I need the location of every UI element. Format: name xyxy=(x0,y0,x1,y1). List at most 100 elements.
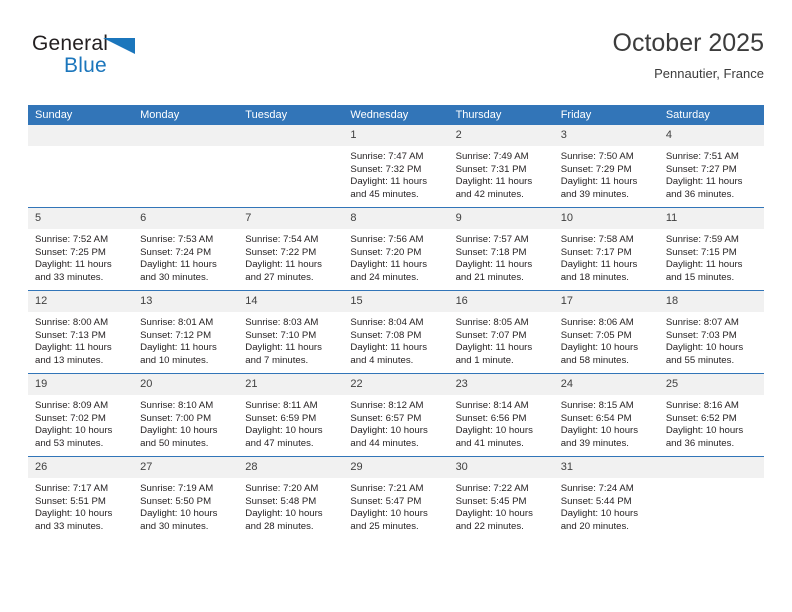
sunset-text: Sunset: 7:24 PM xyxy=(140,246,212,258)
day-details: Sunrise: 7:17 AM Sunset: 5:51 PM Daylight:… xyxy=(28,478,133,533)
calendar-day-cell[interactable]: 15 Sunrise: 8:04 AM Sunset: 7:08 PM Dayligh… xyxy=(343,290,449,374)
day-details: Sunrise: 8:03 AM Sunset: 7:10 PM Daylight:… xyxy=(238,312,343,367)
day-details: Sunrise: 7:50 AM Sunset: 7:29 PM Daylight:… xyxy=(554,146,659,201)
day-number: 8 xyxy=(343,208,449,229)
calendar-day-cell[interactable]: 14 Sunrise: 8:03 AM Sunset: 7:10 PM Dayligh… xyxy=(238,290,344,374)
day-details: Sunrise: 7:57 AM Sunset: 7:18 PM Daylight:… xyxy=(449,229,554,284)
daylight-text-line1: Daylight: 11 hours xyxy=(455,259,533,271)
calendar-day-cell-empty xyxy=(658,456,764,539)
daylight-text-line1: Daylight: 11 hours xyxy=(350,176,428,188)
daylight-text-line2: and 41 minutes. xyxy=(455,437,524,449)
sunset-text: Sunset: 7:02 PM xyxy=(35,412,106,424)
calendar-day-cell[interactable]: 2 Sunrise: 7:49 AM Sunset: 7:31 PM Daylight… xyxy=(448,125,554,208)
day-number: 21 xyxy=(238,374,344,395)
sunrise-text: Sunrise: 8:15 AM xyxy=(560,400,634,411)
calendar-day-cell[interactable]: 16 Sunrise: 8:05 AM Sunset: 7:07 PM Dayligh… xyxy=(448,290,554,374)
day-number: 15 xyxy=(343,291,449,312)
sunset-text: Sunset: 7:27 PM xyxy=(665,163,737,175)
page-subtitle: Pennautier, France xyxy=(654,66,764,81)
daylight-text-line1: Daylight: 10 hours xyxy=(350,508,428,520)
calendar-day-cell[interactable]: 12 Sunrise: 8:00 AM Sunset: 7:13 PM Dayligh… xyxy=(28,290,134,374)
daylight-text-line1: Daylight: 10 hours xyxy=(35,425,113,437)
daylight-text-line1: Daylight: 10 hours xyxy=(350,425,428,437)
sunrise-text: Sunrise: 7:53 AM xyxy=(140,234,214,245)
daylight-text-line2: and 1 minute. xyxy=(455,354,514,366)
day-number: 30 xyxy=(448,457,554,478)
calendar-day-cell[interactable]: 19 Sunrise: 8:09 AM Sunset: 7:02 PM Dayligh… xyxy=(28,373,134,457)
day-number: 20 xyxy=(133,374,239,395)
calendar-day-cell[interactable]: 23 Sunrise: 8:14 AM Sunset: 6:56 PM Dayligh… xyxy=(448,373,554,457)
logo-text-general: General xyxy=(32,32,109,55)
calendar-day-cell[interactable]: 10 Sunrise: 7:58 AM Sunset: 7:17 PM Dayligh… xyxy=(553,207,659,291)
calendar-day-cell[interactable]: 31 Sunrise: 7:24 AM Sunset: 5:44 PM Dayligh… xyxy=(553,456,659,539)
calendar-day-cell[interactable]: 8 Sunrise: 7:56 AM Sunset: 7:20 PM Daylight… xyxy=(343,207,449,291)
daylight-text-line2: and 45 minutes. xyxy=(350,188,419,200)
sunset-text: Sunset: 6:57 PM xyxy=(350,412,422,424)
calendar-day-cell[interactable]: 9 Sunrise: 7:57 AM Sunset: 7:18 PM Daylight… xyxy=(448,207,554,291)
day-details: Sunrise: 7:56 AM Sunset: 7:20 PM Daylight:… xyxy=(343,229,448,284)
calendar-day-cell[interactable]: 20 Sunrise: 8:10 AM Sunset: 7:00 PM Dayligh… xyxy=(133,373,239,457)
calendar-day-cell[interactable]: 17 Sunrise: 8:06 AM Sunset: 7:05 PM Dayligh… xyxy=(553,290,659,374)
calendar-day-cell[interactable]: 5 Sunrise: 7:52 AM Sunset: 7:25 PM Daylight… xyxy=(28,207,134,291)
calendar-day-cell-empty xyxy=(133,125,239,208)
sunset-text: Sunset: 5:50 PM xyxy=(140,495,212,507)
calendar-day-cell[interactable]: 24 Sunrise: 8:15 AM Sunset: 6:54 PM Dayligh… xyxy=(553,373,659,457)
day-number xyxy=(28,125,134,146)
calendar-day-cell[interactable]: 27 Sunrise: 7:19 AM Sunset: 5:50 PM Dayligh… xyxy=(133,456,239,539)
sunset-text: Sunset: 7:05 PM xyxy=(560,329,632,341)
daylight-text-line1: Daylight: 10 hours xyxy=(455,508,533,520)
calendar-day-cell[interactable]: 6 Sunrise: 7:53 AM Sunset: 7:24 PM Daylight… xyxy=(133,207,239,291)
day-number: 1 xyxy=(343,125,449,146)
calendar-day-cell[interactable]: 29 Sunrise: 7:21 AM Sunset: 5:47 PM Dayligh… xyxy=(343,456,449,539)
daylight-text-line2: and 33 minutes. xyxy=(35,271,104,283)
calendar-day-cell[interactable]: 28 Sunrise: 7:20 AM Sunset: 5:48 PM Dayligh… xyxy=(238,456,344,539)
daylight-text-line1: Daylight: 11 hours xyxy=(665,259,743,271)
day-details: Sunrise: 8:06 AM Sunset: 7:05 PM Daylight:… xyxy=(554,312,659,367)
calendar-day-cell[interactable]: 11 Sunrise: 7:59 AM Sunset: 7:15 PM Dayligh… xyxy=(658,207,764,291)
day-number: 2 xyxy=(448,125,554,146)
calendar-day-cell[interactable]: 4 Sunrise: 7:51 AM Sunset: 7:27 PM Daylight… xyxy=(658,125,764,208)
daylight-text-line1: Daylight: 11 hours xyxy=(560,259,638,271)
sunrise-text: Sunrise: 7:54 AM xyxy=(245,234,319,245)
calendar-day-cell[interactable]: 7 Sunrise: 7:54 AM Sunset: 7:22 PM Daylight… xyxy=(238,207,344,291)
sunrise-text: Sunrise: 8:03 AM xyxy=(245,317,319,328)
sunrise-text: Sunrise: 7:59 AM xyxy=(665,234,739,245)
calendar-day-cell[interactable]: 21 Sunrise: 8:11 AM Sunset: 6:59 PM Dayligh… xyxy=(238,373,344,457)
sunset-text: Sunset: 7:10 PM xyxy=(245,329,317,341)
calendar-day-cell[interactable]: 30 Sunrise: 7:22 AM Sunset: 5:45 PM Dayligh… xyxy=(448,456,554,539)
calendar-day-cell[interactable]: 26 Sunrise: 7:17 AM Sunset: 5:51 PM Dayligh… xyxy=(28,456,134,539)
sunset-text: Sunset: 7:22 PM xyxy=(245,246,317,258)
day-details: Sunrise: 8:07 AM Sunset: 7:03 PM Daylight:… xyxy=(659,312,764,367)
daylight-text-line1: Daylight: 10 hours xyxy=(560,342,639,354)
sunrise-text: Sunrise: 7:21 AM xyxy=(350,483,424,494)
calendar-day-cell[interactable]: 1 Sunrise: 7:47 AM Sunset: 7:32 PM Daylight… xyxy=(343,125,449,208)
calendar-day-cell-empty xyxy=(238,125,344,208)
day-number: 24 xyxy=(553,374,659,395)
daylight-text-line1: Daylight: 10 hours xyxy=(35,508,113,520)
calendar-day-cell[interactable]: 3 Sunrise: 7:50 AM Sunset: 7:29 PM Daylight… xyxy=(553,125,659,208)
day-details: Sunrise: 7:20 AM Sunset: 5:48 PM Daylight:… xyxy=(238,478,343,533)
sunrise-text: Sunrise: 8:04 AM xyxy=(350,317,424,328)
calendar-day-cell[interactable]: 25 Sunrise: 8:16 AM Sunset: 6:52 PM Dayligh… xyxy=(658,373,764,457)
daylight-text-line2: and 18 minutes. xyxy=(560,271,629,283)
calendar-day-cell[interactable]: 18 Sunrise: 8:07 AM Sunset: 7:03 PM Dayligh… xyxy=(658,290,764,374)
sunrise-text: Sunrise: 8:14 AM xyxy=(455,400,529,411)
calendar-day-cell[interactable]: 22 Sunrise: 8:12 AM Sunset: 6:57 PM Dayligh… xyxy=(343,373,449,457)
daylight-text-line2: and 58 minutes. xyxy=(560,354,629,366)
sunrise-text: Sunrise: 8:00 AM xyxy=(35,317,109,328)
daylight-text-line1: Daylight: 11 hours xyxy=(665,176,743,188)
general-blue-logo: General Blue xyxy=(32,32,172,88)
daylight-text-line2: and 10 minutes. xyxy=(140,354,209,366)
calendar-day-cell[interactable]: 13 Sunrise: 8:01 AM Sunset: 7:12 PM Dayligh… xyxy=(133,290,239,374)
sunrise-text: Sunrise: 8:07 AM xyxy=(665,317,739,328)
page-title: October 2025 xyxy=(612,29,765,57)
day-details: Sunrise: 8:11 AM Sunset: 6:59 PM Daylight:… xyxy=(238,395,343,450)
day-number: 31 xyxy=(553,457,659,478)
daylight-text-line2: and 27 minutes. xyxy=(245,271,314,283)
day-number: 23 xyxy=(448,374,554,395)
calendar-body: 1 Sunrise: 7:47 AM Sunset: 7:32 PM Daylight… xyxy=(28,125,764,539)
day-number: 17 xyxy=(553,291,659,312)
day-details: Sunrise: 7:51 AM Sunset: 7:27 PM Daylight:… xyxy=(659,146,764,201)
sunset-text: Sunset: 6:54 PM xyxy=(560,412,632,424)
day-number: 18 xyxy=(658,291,764,312)
